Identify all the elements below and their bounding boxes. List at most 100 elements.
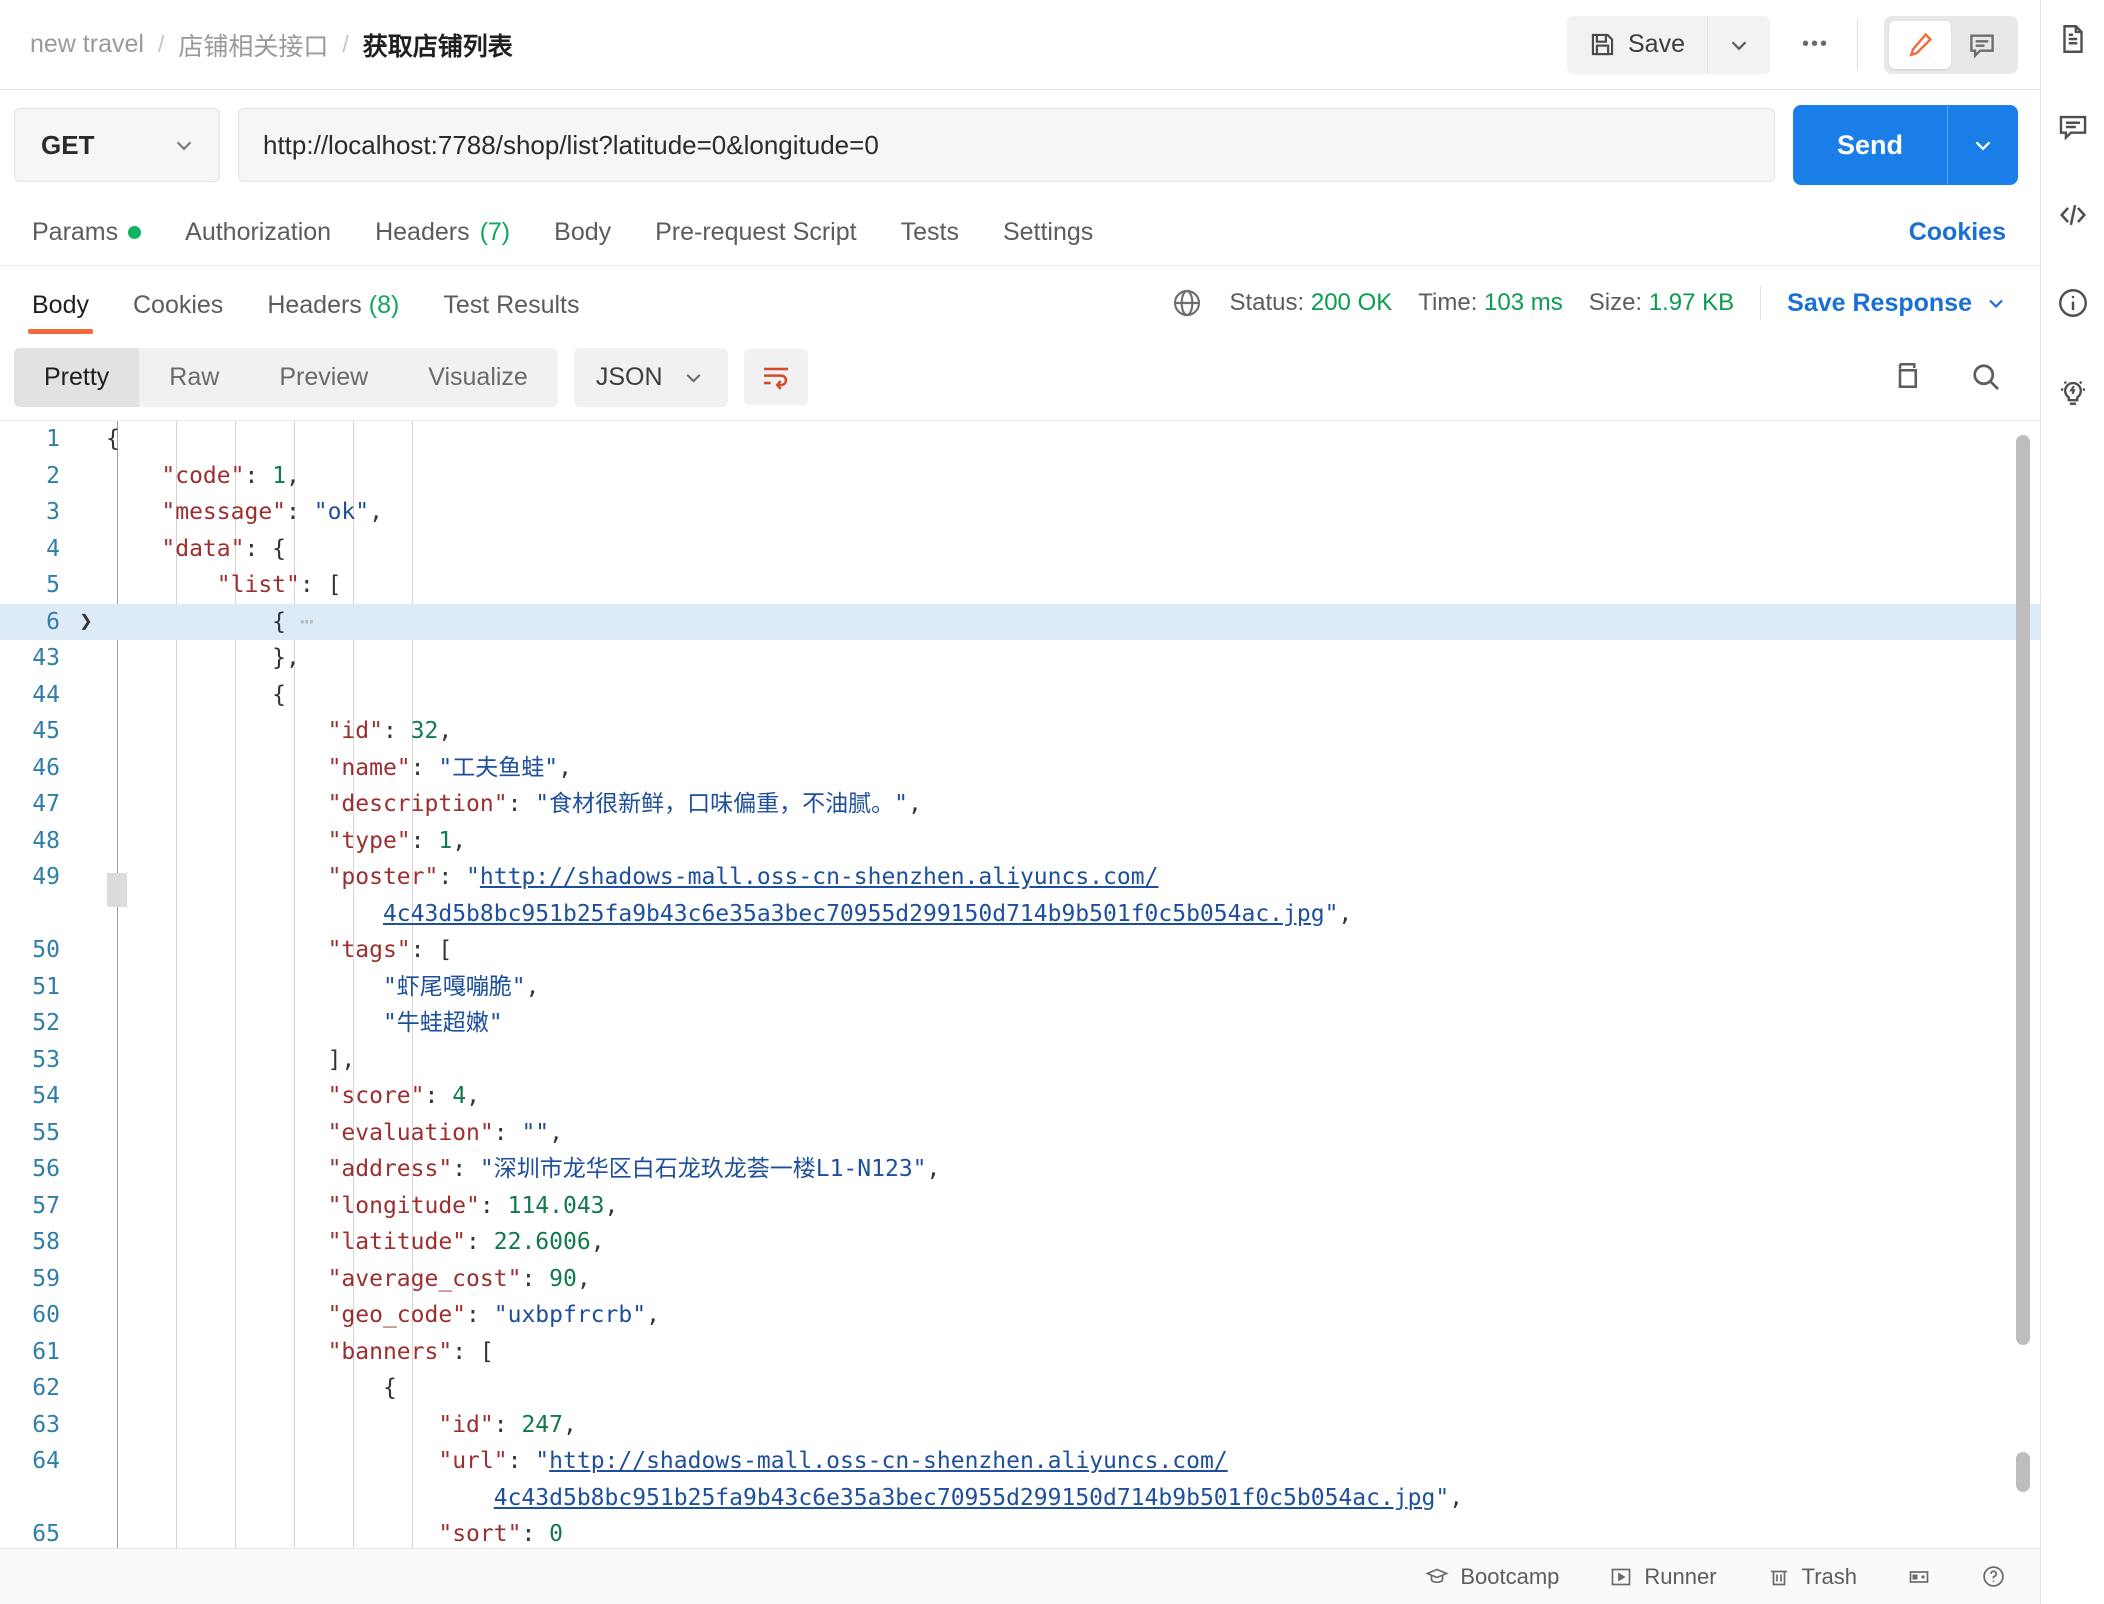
more-options-button[interactable]: ••• [1770, 33, 1857, 56]
save-response-label: Save Response [1787, 288, 1972, 317]
fold-arrow[interactable]: ❯ [72, 604, 100, 641]
code-line[interactable]: 48 "type": 1, [0, 823, 2040, 860]
code-line[interactable]: 52 "牛蛙超嫩" [0, 1005, 2040, 1042]
tab-headers[interactable]: Headers (7) [353, 218, 532, 247]
search-button[interactable] [1968, 359, 2004, 395]
rail-documentation-button[interactable] [2050, 16, 2096, 62]
response-tab-headers[interactable]: Headers (8) [245, 291, 421, 334]
response-tab-body[interactable]: Body [10, 291, 111, 334]
line-number: 5 [46, 572, 60, 598]
footer-layout-toggle-button[interactable] [1907, 1565, 1931, 1589]
code-line[interactable]: 45 "id": 32, [0, 713, 2040, 750]
breadcrumb-folder[interactable]: 店铺相关接口 [178, 27, 328, 63]
code-line[interactable]: 5 "list": [ [0, 567, 2040, 604]
vertical-scrollbar-thumb[interactable] [2016, 435, 2030, 1345]
code-line[interactable]: 57 "longitude": 114.043, [0, 1188, 2040, 1225]
rail-code-button[interactable] [2050, 192, 2096, 238]
fold-arrow [72, 1516, 100, 1548]
word-wrap-button[interactable] [743, 349, 808, 405]
comment-mode-button[interactable] [1951, 21, 2013, 69]
code-line[interactable]: 64 "url": "http://shadows-mall.oss-cn-sh… [0, 1443, 2040, 1516]
tab-headers-count: (7) [479, 218, 511, 246]
code-line[interactable]: 65 "sort": 0 [0, 1516, 2040, 1548]
format-label: JSON [595, 362, 663, 391]
code-line[interactable]: 61 "banners": [ [0, 1334, 2040, 1371]
code-line[interactable]: 44 { [0, 677, 2040, 714]
rail-lightbulb-button[interactable] [2050, 368, 2096, 414]
rail-comments-button[interactable] [2050, 104, 2096, 150]
globe-icon[interactable] [1171, 287, 1203, 319]
code-line[interactable]: 54 "score": 4, [0, 1078, 2040, 1115]
tab-params[interactable]: Params [10, 218, 163, 247]
code-line[interactable]: 53 ], [0, 1042, 2040, 1079]
line-number: 45 [32, 718, 60, 744]
code-line[interactable]: 60 "geo_code": "uxbpfrcrb", [0, 1297, 2040, 1334]
url-input[interactable]: http://localhost:7788/shop/list?latitude… [238, 108, 1775, 182]
code-line[interactable]: 50 "tags": [ [0, 932, 2040, 969]
code-line[interactable]: 3 "message": "ok", [0, 494, 2040, 531]
response-body-viewer[interactable]: 1{2 "code": 1, 3 "message": "ok", 4 "data"… [0, 420, 2040, 1548]
footer-help-button[interactable] [1981, 1564, 2006, 1589]
code-line[interactable]: 46 "name": "工夫鱼蛙", [0, 750, 2040, 787]
view-visualize-button[interactable]: Visualize [398, 348, 558, 407]
code-line[interactable]: 63 "id": 247, [0, 1407, 2040, 1444]
cookies-link[interactable]: Cookies [1909, 218, 2018, 247]
line-number: 6 [46, 608, 60, 635]
save-dropdown-button[interactable] [1706, 15, 1770, 74]
tab-body[interactable]: Body [532, 218, 633, 247]
view-pretty-button[interactable]: Pretty [14, 347, 140, 407]
tab-tests[interactable]: Tests [879, 218, 981, 247]
response-tab-test-results[interactable]: Test Results [421, 291, 601, 334]
send-dropdown-button[interactable] [1947, 105, 2018, 185]
code-line[interactable]: 62 { [0, 1370, 2040, 1407]
footer-trash-button[interactable]: Trash [1767, 1564, 1857, 1590]
fold-arrow [72, 494, 100, 531]
code-line[interactable]: 58 "latitude": 22.6006, [0, 1224, 2040, 1261]
chevron-down-icon [1975, 141, 1991, 151]
code-line[interactable]: 6 ❯ { ⋯ [0, 603, 2040, 641]
code-line[interactable]: 59 "average_cost": 90, [0, 1261, 2040, 1298]
code-line[interactable]: 4 "data": { [0, 531, 2040, 568]
view-raw-button[interactable]: Raw [139, 348, 249, 407]
copy-button[interactable] [1888, 359, 1924, 395]
code-text: "list": [ [216, 572, 342, 598]
rail-info-button[interactable] [2050, 280, 2096, 326]
code-line[interactable]: 2 "code": 1, [0, 458, 2040, 495]
tab-pre-request-script-label: Pre-request Script [655, 218, 857, 246]
save-button[interactable]: Save [1567, 16, 1707, 73]
view-preview-button[interactable]: Preview [249, 348, 398, 407]
footer-runner-button[interactable]: Runner [1609, 1564, 1717, 1590]
view-mode-segments: Pretty Raw Preview Visualize [14, 347, 558, 407]
breadcrumb-request[interactable]: 获取店铺列表 [363, 27, 513, 63]
vertical-scrollbar-thumb-secondary[interactable] [2016, 1452, 2030, 1492]
code-text: "url": "http://shadows-mall.oss-cn-shenz… [438, 1448, 1464, 1511]
save-group: Save [1567, 15, 1770, 74]
code-line[interactable]: 47 "description": "食材很新鲜，口味偏重，不油腻。", [0, 786, 2040, 823]
code-line[interactable]: 51 "虾尾嘎嘣脆", [0, 969, 2040, 1006]
time-label: Time: [1418, 289, 1478, 316]
line-number: 3 [46, 499, 60, 525]
code-line[interactable]: 49 "poster": "http://shadows-mall.oss-cn… [0, 859, 2040, 932]
right-sidebar [2040, 0, 2104, 1604]
fold-arrow [72, 1005, 100, 1042]
method-label: GET [41, 129, 95, 160]
save-response-button[interactable]: Save Response [1787, 289, 2018, 318]
tab-pre-request-script[interactable]: Pre-request Script [633, 218, 878, 247]
breadcrumb-collection[interactable]: new travel [30, 30, 144, 59]
response-tab-headers-count: (8) [368, 291, 400, 319]
fold-arrow [72, 713, 100, 750]
code-line[interactable]: 1{ [0, 421, 2040, 458]
tab-authorization[interactable]: Authorization [163, 218, 353, 247]
code-line[interactable]: 43 }, [0, 640, 2040, 677]
response-tab-cookies[interactable]: Cookies [111, 291, 245, 334]
method-select[interactable]: GET [14, 108, 220, 182]
send-button[interactable]: Send [1793, 105, 1947, 185]
code-line[interactable]: 55 "evaluation": "", [0, 1115, 2040, 1152]
footer-bootcamp-button[interactable]: Bootcamp [1425, 1564, 1559, 1590]
code-line[interactable]: 56 "address": "深圳市龙华区白石龙玖龙荟一楼L1-N123", [0, 1151, 2040, 1188]
tab-settings[interactable]: Settings [981, 218, 1115, 247]
format-select[interactable]: JSON [573, 347, 728, 407]
edit-mode-button[interactable] [1889, 20, 1951, 69]
fold-arrow [72, 823, 100, 860]
json-code[interactable]: 1{2 "code": 1, 3 "message": "ok", 4 "data"… [0, 421, 2040, 1548]
